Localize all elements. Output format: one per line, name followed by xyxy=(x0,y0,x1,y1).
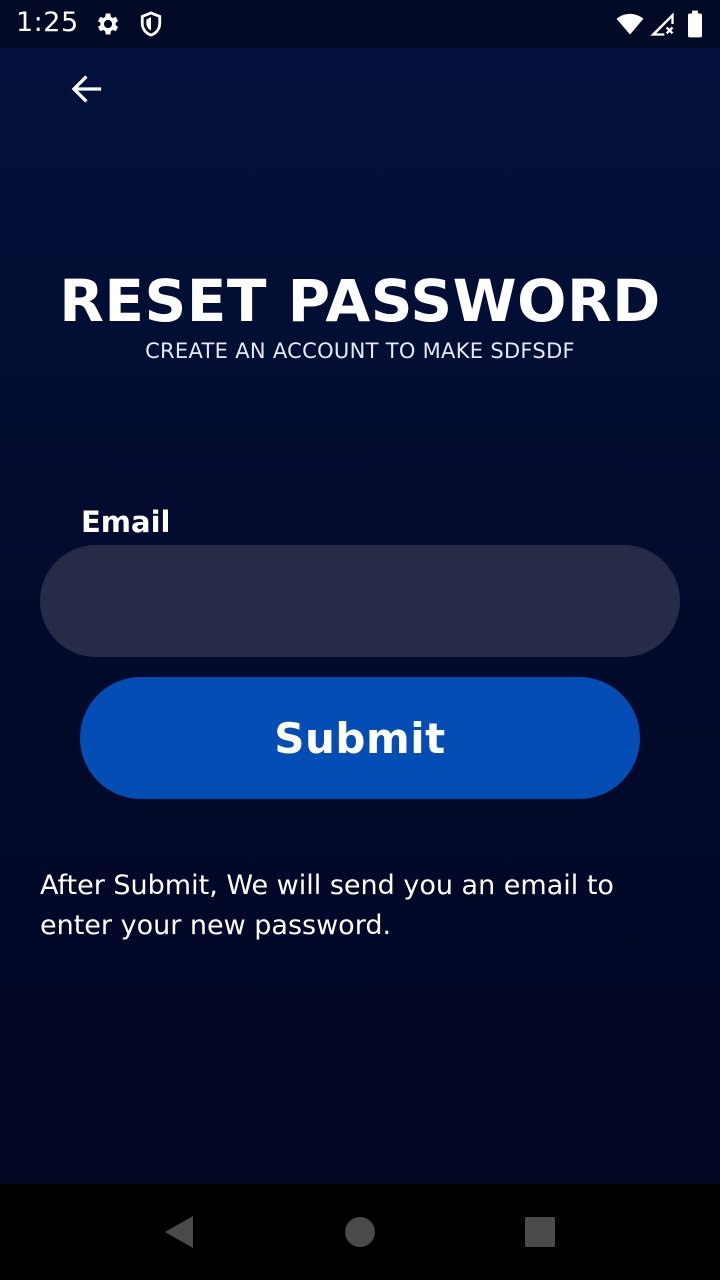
page-subtitle: CREATE AN ACCOUNT TO MAKE SDFSDF xyxy=(145,339,575,363)
arrow-left-icon xyxy=(71,75,102,103)
recents-square-icon[interactable] xyxy=(516,1208,564,1256)
email-label: Email xyxy=(81,505,171,539)
shield-icon xyxy=(137,10,165,38)
email-field[interactable] xyxy=(40,545,680,657)
back-button[interactable] xyxy=(60,66,116,112)
page-title: RESET PASSWORD xyxy=(59,267,661,335)
battery-icon xyxy=(684,10,706,38)
home-circle-icon[interactable] xyxy=(336,1208,384,1256)
wifi-icon xyxy=(614,10,646,38)
back-triangle-icon[interactable] xyxy=(155,1208,203,1256)
status-bar: 1:25 xyxy=(0,0,720,48)
status-time: 1:25 xyxy=(16,7,79,38)
info-text: After Submit, We will send you an email … xyxy=(40,870,614,941)
navigation-bar xyxy=(0,1184,720,1280)
submit-button[interactable]: Submit xyxy=(80,677,640,799)
reset-password-screen: 1:25 RESET PASSWORD CREATE AN ACCOUNT TO… xyxy=(0,0,720,1280)
gear-icon xyxy=(93,10,121,38)
cellular-signal-icon xyxy=(648,10,676,38)
